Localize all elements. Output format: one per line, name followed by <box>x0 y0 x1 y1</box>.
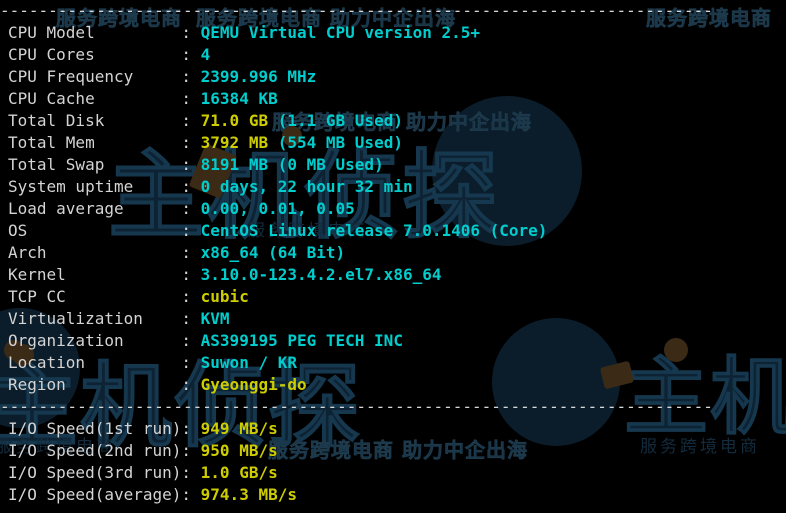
row-separator: : <box>181 309 200 328</box>
row-label: Arch <box>8 243 181 262</box>
row-value: QEMU Virtual CPU version 2.5+ <box>201 23 480 42</box>
row-separator: : <box>181 45 200 64</box>
terminal-row: Region : Gyeonggi-do <box>0 374 786 396</box>
row-separator: : <box>181 133 200 152</box>
row-value-extra: (0 MB Used) <box>278 155 384 174</box>
row-value: Suwon / KR <box>201 353 297 372</box>
row-separator: : <box>181 353 200 372</box>
row-separator: : <box>181 441 200 460</box>
divider-top: ----------------------------------------… <box>0 0 786 22</box>
terminal-row: Total Swap : 8191 MB (0 MB Used) <box>0 154 786 176</box>
row-label: Kernel <box>8 265 181 284</box>
terminal-window: 主机侦探 主机侦探 主机 服务跨境电商 服务跨境电商 服务跨境电商 服务跨境电商… <box>0 0 786 513</box>
row-separator: : <box>181 463 200 482</box>
terminal-row: Total Disk : 71.0 GB (1.1 GB Used) <box>0 110 786 132</box>
row-label: I/O Speed(3rd run) <box>8 463 181 482</box>
terminal-row: Load average : 0.00, 0.01, 0.05 <box>0 198 786 220</box>
row-value: 16384 KB <box>201 89 278 108</box>
row-value: Gyeonggi-do <box>201 375 307 394</box>
terminal-row: CPU Cores : 4 <box>0 44 786 66</box>
row-value: CentOS Linux release 7.0.1406 (Core) <box>201 221 548 240</box>
row-value: 1.0 GB/s <box>201 463 278 482</box>
row-label: Region <box>8 375 181 394</box>
row-separator: : <box>181 419 200 438</box>
row-separator: : <box>181 23 200 42</box>
row-label: Total Swap <box>8 155 181 174</box>
row-label: Location <box>8 353 181 372</box>
terminal-row: I/O Speed(average): 974.3 MB/s <box>0 484 786 506</box>
row-value: 949 MB/s <box>201 419 278 438</box>
row-value: x86_64 (64 Bit) <box>201 243 346 262</box>
row-label: CPU Frequency <box>8 67 181 86</box>
terminal-row: I/O Speed(1st run): 949 MB/s <box>0 418 786 440</box>
row-separator: : <box>181 67 200 86</box>
io-speed-block: I/O Speed(1st run): 949 MB/sI/O Speed(2n… <box>0 418 786 506</box>
row-value: 0.00, 0.01, 0.05 <box>201 199 355 218</box>
row-value: 0 days, 22 hour 32 min <box>201 177 413 196</box>
terminal-row: Total Mem : 3792 MB (554 MB Used) <box>0 132 786 154</box>
row-label: I/O Speed(2nd run) <box>8 441 181 460</box>
row-separator: : <box>181 287 200 306</box>
row-label: Virtualization <box>8 309 181 328</box>
row-label: Load average <box>8 199 181 218</box>
row-separator: : <box>181 375 200 394</box>
terminal-row: I/O Speed(3rd run): 1.0 GB/s <box>0 462 786 484</box>
row-separator: : <box>181 111 200 130</box>
row-label: Organization <box>8 331 181 350</box>
terminal-row: CPU Frequency : 2399.996 MHz <box>0 66 786 88</box>
terminal-row: OS : CentOS Linux release 7.0.1406 (Core… <box>0 220 786 242</box>
terminal-row: Organization : AS399195 PEG TECH INC <box>0 330 786 352</box>
row-value: 71.0 GB <box>201 111 268 130</box>
row-value: 950 MB/s <box>201 441 278 460</box>
row-value: 8191 MB <box>201 155 268 174</box>
row-separator: : <box>181 155 200 174</box>
terminal-row: CPU Model : QEMU Virtual CPU version 2.5… <box>0 22 786 44</box>
row-separator: : <box>181 199 200 218</box>
row-value: KVM <box>201 309 230 328</box>
divider-middle: ----------------------------------------… <box>0 396 786 418</box>
system-info-block: CPU Model : QEMU Virtual CPU version 2.5… <box>0 22 786 396</box>
row-separator: : <box>181 221 200 240</box>
row-separator: : <box>181 177 200 196</box>
row-value: 3792 MB <box>201 133 268 152</box>
row-label: System uptime <box>8 177 181 196</box>
row-value: 2399.996 MHz <box>201 67 317 86</box>
terminal-row: I/O Speed(2nd run): 950 MB/s <box>0 440 786 462</box>
row-value: AS399195 PEG TECH INC <box>201 331 403 350</box>
terminal-row: System uptime : 0 days, 22 hour 32 min <box>0 176 786 198</box>
row-value: 974.3 MB/s <box>201 485 297 504</box>
row-label: CPU Model <box>8 23 181 42</box>
terminal-row: Kernel : 3.10.0-123.4.2.el7.x86_64 <box>0 264 786 286</box>
row-separator: : <box>181 485 200 504</box>
row-separator: : <box>181 89 200 108</box>
row-label: I/O Speed(average) <box>8 485 181 504</box>
terminal-output: ----------------------------------------… <box>0 0 786 513</box>
terminal-row: Location : Suwon / KR <box>0 352 786 374</box>
row-value: 4 <box>201 45 211 64</box>
terminal-row: CPU Cache : 16384 KB <box>0 88 786 110</box>
row-value: cubic <box>201 287 249 306</box>
terminal-row: TCP CC : cubic <box>0 286 786 308</box>
row-label: OS <box>8 221 181 240</box>
row-label: CPU Cores <box>8 45 181 64</box>
terminal-row: Virtualization : KVM <box>0 308 786 330</box>
row-label: TCP CC <box>8 287 181 306</box>
row-label: Total Mem <box>8 133 181 152</box>
row-separator: : <box>181 265 200 284</box>
terminal-row: Arch : x86_64 (64 Bit) <box>0 242 786 264</box>
row-label: CPU Cache <box>8 89 181 108</box>
row-separator: : <box>181 331 200 350</box>
row-value-extra: (1.1 GB Used) <box>278 111 403 130</box>
divider-bottom: ----------------------------------------… <box>0 506 786 513</box>
row-separator: : <box>181 243 200 262</box>
row-value-extra: (554 MB Used) <box>278 133 403 152</box>
row-value: 3.10.0-123.4.2.el7.x86_64 <box>201 265 442 284</box>
row-label: I/O Speed(1st run) <box>8 419 181 438</box>
row-label: Total Disk <box>8 111 181 130</box>
